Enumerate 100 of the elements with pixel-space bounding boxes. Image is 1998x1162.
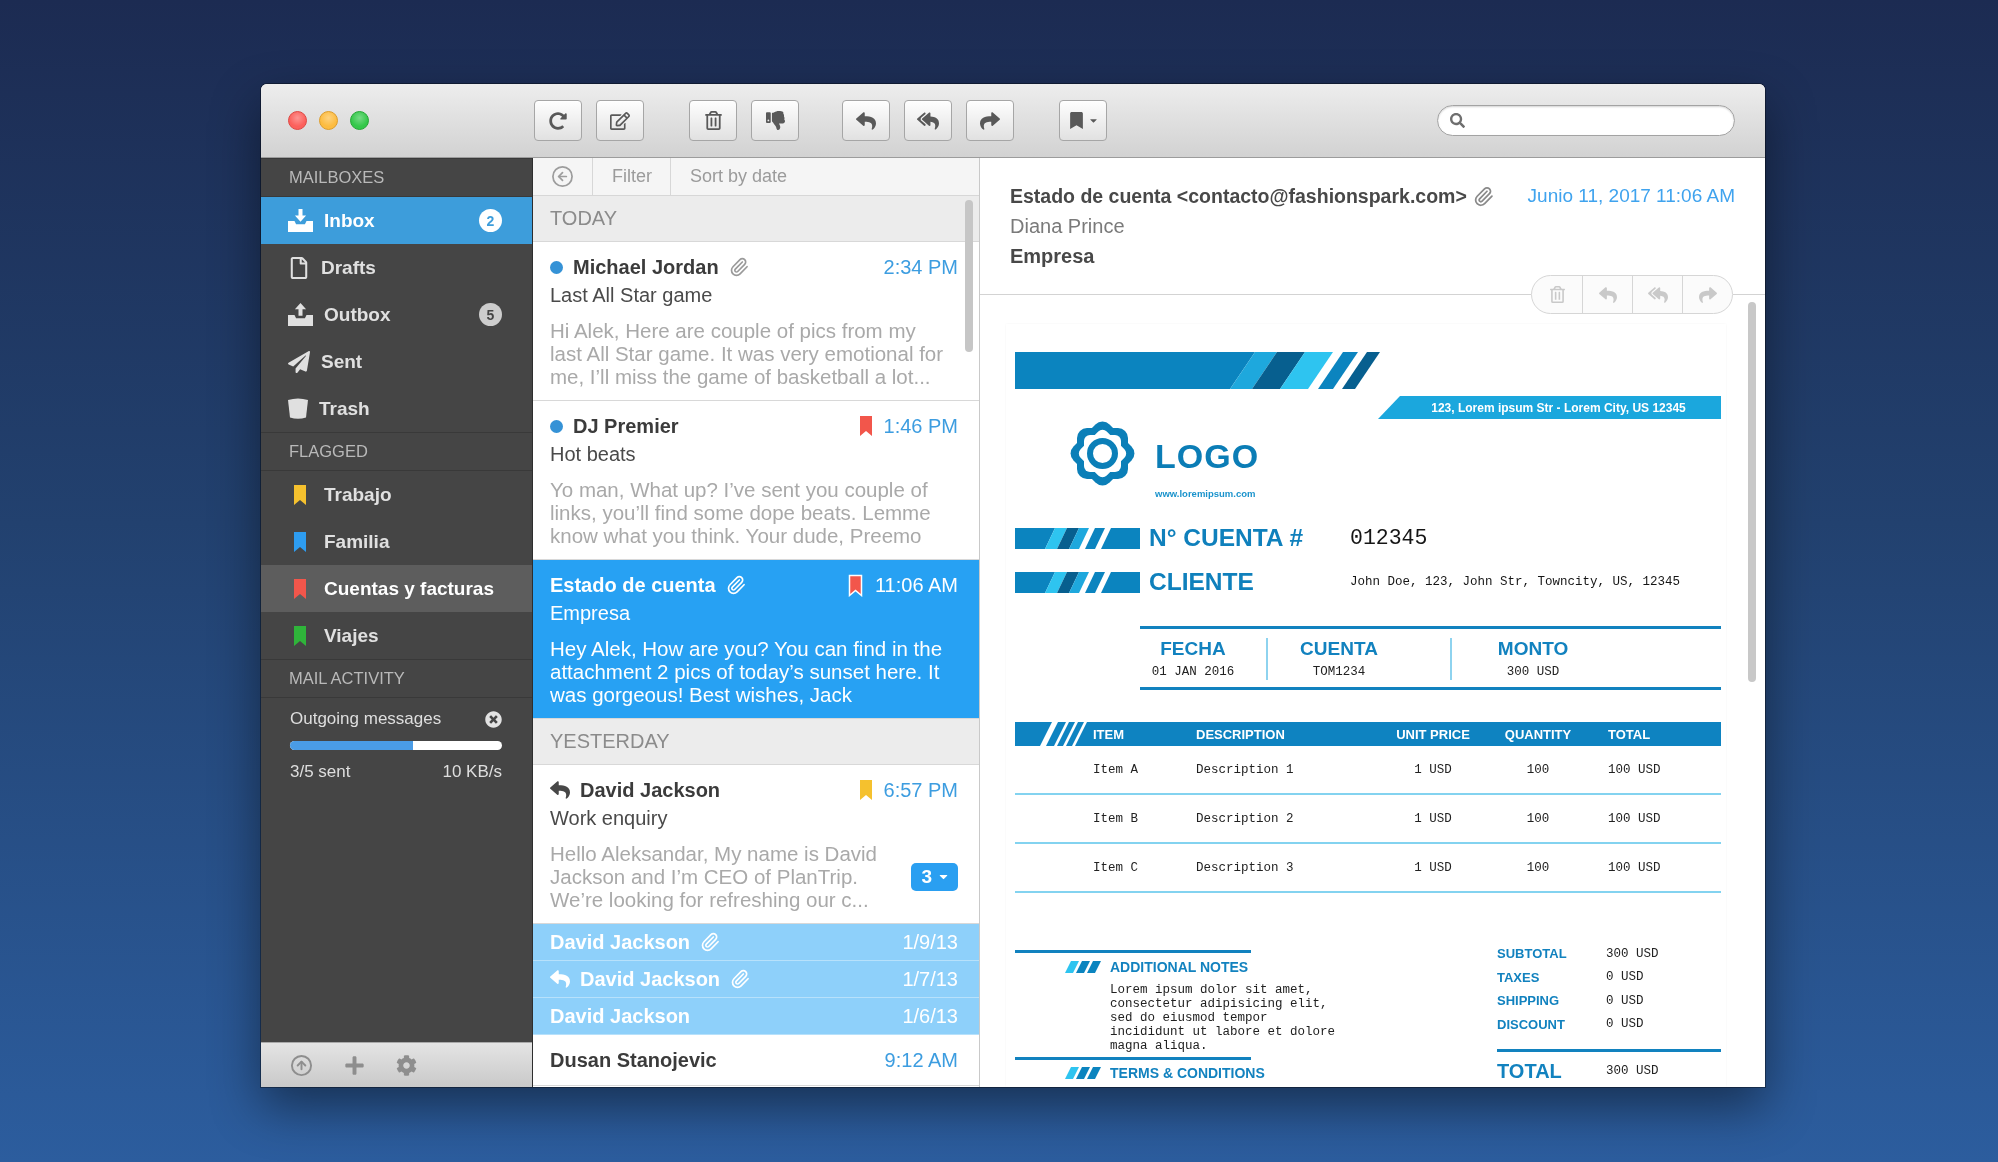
reply-all-button[interactable] (904, 100, 952, 141)
transfer-speed: 10 KB/s (442, 762, 502, 782)
table-cell: Item C (1093, 860, 1138, 875)
settings-icon[interactable] (396, 1054, 417, 1076)
compose-button[interactable] (596, 100, 644, 141)
slash-lines-icon (1040, 722, 1088, 746)
message-date: 1/7/13 (902, 967, 958, 991)
message-time: 6:57 PM (883, 778, 958, 802)
close-button[interactable] (288, 111, 307, 130)
group-header: TODAY (533, 196, 979, 242)
circle-arrow-left-icon (551, 165, 574, 188)
flag-menu-button[interactable] (1059, 100, 1107, 141)
notes-title: ADDITIONAL NOTES (1110, 959, 1249, 975)
double-curved-arrow-icon (917, 109, 939, 132)
minimize-button[interactable] (319, 111, 338, 130)
sidebar-item[interactable]: Viajes (261, 612, 532, 659)
summary-label: FECHA (1160, 638, 1226, 660)
website-text: www.loremipsum.com (1155, 488, 1256, 499)
message-subject: Work enquiry (550, 806, 668, 831)
section-title: FLAGGED (261, 432, 532, 471)
sidebar-item[interactable]: Outbox 5 (261, 291, 532, 338)
sender-address: Estado de cuenta <contacto@fashionspark.com> (1010, 184, 1467, 208)
client-label: CLIENTE (1148, 568, 1254, 596)
sender-name: David Jackson (580, 778, 721, 802)
sidebar-item[interactable]: Drafts (261, 244, 532, 291)
summary-value: 300 USD (1506, 664, 1560, 680)
message-preview: Hi Alek, Here are couple of pics from my last All Star game. It was very emotional for me, I’ll miss the game of basketball a lot... (550, 319, 945, 388)
slash-stripes-icon (1065, 1067, 1102, 1079)
total-label: SUBTOTAL (1497, 946, 1567, 962)
message-date: Junio 11, 2017 11:06 AM (1527, 185, 1735, 207)
activity-label: Outgoing messages (290, 709, 442, 729)
curved-arrow-right-icon (980, 110, 1000, 131)
striped-bar-icon (1015, 527, 1140, 549)
sidebar-item[interactable]: Sent (261, 338, 532, 385)
message-date: 1/6/13 (902, 1004, 958, 1028)
sender-name: Michael Jordan (573, 255, 719, 279)
logo-text: LOGO (1155, 438, 1260, 474)
delete-button[interactable] (689, 100, 737, 141)
recipient-name: Diana Prince (1010, 214, 1125, 239)
table-cell-text: 100 USD (1607, 860, 1661, 875)
sidebar-item[interactable]: Trash (261, 385, 532, 432)
total-label: TAXES (1497, 969, 1540, 985)
table-cell: 100 (1526, 811, 1550, 826)
column-header: UNIT PRICE (1396, 726, 1470, 742)
table-cell: Item B (1093, 811, 1138, 826)
junk-button[interactable] (751, 100, 799, 141)
plus-icon[interactable] (344, 1054, 365, 1076)
table-cell: 1 USD (1414, 762, 1452, 777)
total-value: 0 USD (1606, 1017, 1644, 1032)
sidebar-item[interactable]: Trabajo (261, 471, 532, 518)
grand-total-label: TOTAL (1497, 1059, 1562, 1083)
tray-arrow-up-icon (288, 303, 313, 326)
reply-button[interactable] (842, 100, 890, 141)
count-badge: 5 (479, 303, 502, 326)
close-icon[interactable] (485, 710, 502, 728)
message-preview: Yo man, What up? I’ve sent you couple of links, you’ll find some dope beats. Lemme know what you think. Your dude, Preemo (550, 478, 932, 547)
circle-arrow-up-icon[interactable] (290, 1053, 313, 1077)
sender-name: DJ Premier (573, 414, 679, 438)
column-header: ITEM (1093, 726, 1125, 742)
client-details: John Doe, 123, John Str, Towncity, US, 12345 (1350, 575, 1681, 589)
section-title: MAIL ACTIVITY (261, 659, 532, 698)
grand-total-value: 300 USD (1606, 1064, 1659, 1078)
search-icon (1450, 113, 1465, 128)
account-label: N° CUENTA # (1148, 524, 1304, 552)
zoom-button[interactable] (350, 111, 369, 130)
striped-bar-icon (1015, 571, 1140, 593)
total-value: 0 USD (1606, 970, 1644, 985)
refresh-button[interactable] (534, 100, 582, 141)
curved-arrow-right-icon (1698, 285, 1717, 304)
column-header: TOTAL (1607, 726, 1651, 742)
table-cell: Description 1 (1196, 762, 1294, 777)
trash-icon (288, 397, 308, 420)
forward-button[interactable] (966, 100, 1014, 141)
sender-name: Dusan Stanojevic (550, 1048, 717, 1072)
sidebar-item[interactable]: Familia (261, 518, 532, 565)
total-value: 300 USD (1606, 946, 1659, 961)
trash-icon (1548, 286, 1566, 303)
slash-stripes-icon (1065, 961, 1102, 973)
summary-label: CUENTA (1300, 638, 1378, 660)
sidebar-item[interactable]: Cuentas y facturas (261, 565, 532, 612)
summary-value: 01 JAN 2016 (1151, 664, 1235, 680)
summary-label: MONTO (1497, 638, 1569, 660)
notes-text: Lorem ipsum dolor sit amet, consectetur adipisicing elit, sed do eiusmod tempor incididunt ut labore et dolore magna aliqua. (1110, 983, 1337, 1053)
message-preview: Hello Aleksandar, My name is David Jackson and I’m CEO of PlanTrip. We’re looking for refreshing our c... (550, 842, 878, 911)
sender-name: David Jackson (580, 967, 721, 991)
group-header: YESTERDAY (533, 719, 979, 765)
search-field[interactable] (1437, 105, 1735, 136)
column-header: QUANTITY (1504, 726, 1572, 742)
paper-plane-icon (288, 350, 310, 373)
table-cell-text: 100 USD (1607, 811, 1661, 826)
table-cell: 1 USD (1414, 860, 1452, 875)
thumbs-down-icon (765, 111, 785, 130)
sender-name: Estado de cuenta (550, 573, 716, 597)
document-icon (288, 256, 310, 279)
progress-text: 3/5 sent (290, 762, 351, 782)
sender-name: David Jackson (550, 1004, 691, 1028)
address-banner: 123, Lorem ipsum Str - Lorem City, US 12345 (1378, 396, 1721, 419)
message-preview: Hey Alek, How are you? You can find in the attachment 2 pics of today’s sunset here. It was gorgeous! Best wishes, Jack (550, 637, 944, 706)
bookmark-icon (1067, 112, 1085, 129)
curved-arrow-left-icon (1598, 285, 1617, 304)
